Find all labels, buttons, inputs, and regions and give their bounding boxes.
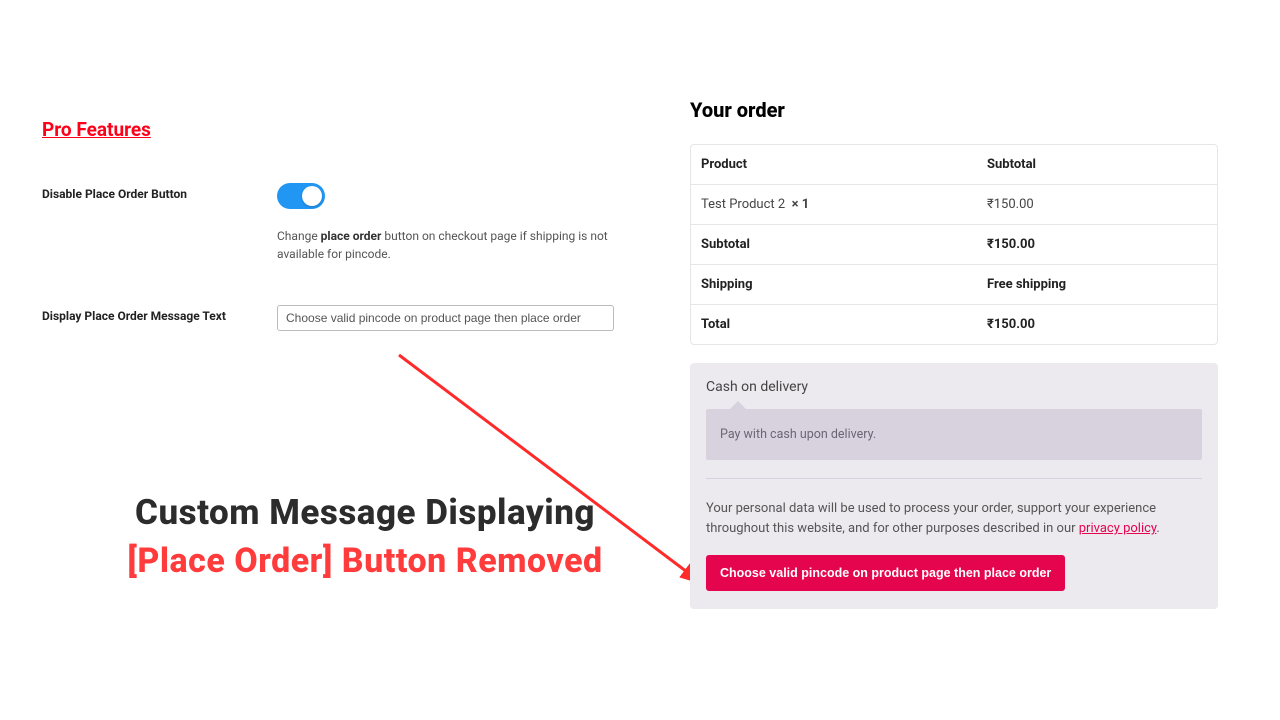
pro-features-heading: Pro Features (42, 118, 662, 141)
payment-section: Cash on delivery Pay with cash upon deli… (690, 363, 1218, 609)
setting-display-message-text: Display Place Order Message Text (42, 305, 662, 331)
setting-label: Display Place Order Message Text (42, 305, 277, 323)
annotation-line-1: Custom Message Displaying (75, 492, 655, 533)
payment-method-label: Cash on delivery (706, 379, 1202, 395)
order-shipping-row: Shipping Free shipping (691, 265, 1217, 305)
order-total-row: Total ₹150.00 (691, 305, 1217, 344)
toggle-disable-place-order[interactable] (277, 183, 325, 209)
header-subtotal: Subtotal (987, 157, 1207, 172)
total-value: ₹150.00 (987, 317, 1207, 332)
header-product: Product (701, 157, 987, 172)
your-order-heading: Your order (690, 98, 1218, 122)
product-quantity: × 1 (792, 197, 810, 212)
toggle-knob (302, 186, 322, 206)
product-name: Test Product 2 (701, 197, 785, 212)
place-order-message-button[interactable]: Choose valid pincode on product page the… (706, 555, 1065, 591)
shipping-value: Free shipping (987, 277, 1207, 292)
annotation-caption: Custom Message Displaying [Place Order] … (75, 492, 655, 581)
order-subtotal-row: Subtotal ₹150.00 (691, 225, 1217, 265)
subtotal-value: ₹150.00 (987, 237, 1207, 252)
order-table: Product Subtotal Test Product 2 × 1 ₹150… (690, 144, 1218, 345)
total-label: Total (701, 317, 987, 332)
payment-description-box: Pay with cash upon delivery. (706, 409, 1202, 460)
privacy-policy-link[interactable]: privacy policy (1079, 521, 1157, 536)
product-price: ₹150.00 (987, 197, 1207, 212)
toggle-description: Change place order button on checkout pa… (277, 227, 657, 263)
setting-disable-place-order: Disable Place Order Button Change place … (42, 183, 662, 263)
order-table-item-row: Test Product 2 × 1 ₹150.00 (691, 185, 1217, 225)
message-text-input[interactable] (277, 305, 614, 331)
subtotal-label: Subtotal (701, 237, 987, 252)
setting-label: Disable Place Order Button (42, 183, 277, 201)
order-table-header: Product Subtotal (691, 145, 1217, 185)
shipping-label: Shipping (701, 277, 987, 292)
payment-description: Pay with cash upon delivery. (720, 427, 1188, 442)
annotation-line-2: [Place Order] Button Removed (75, 541, 655, 581)
privacy-notice: Your personal data will be used to proce… (706, 499, 1202, 539)
